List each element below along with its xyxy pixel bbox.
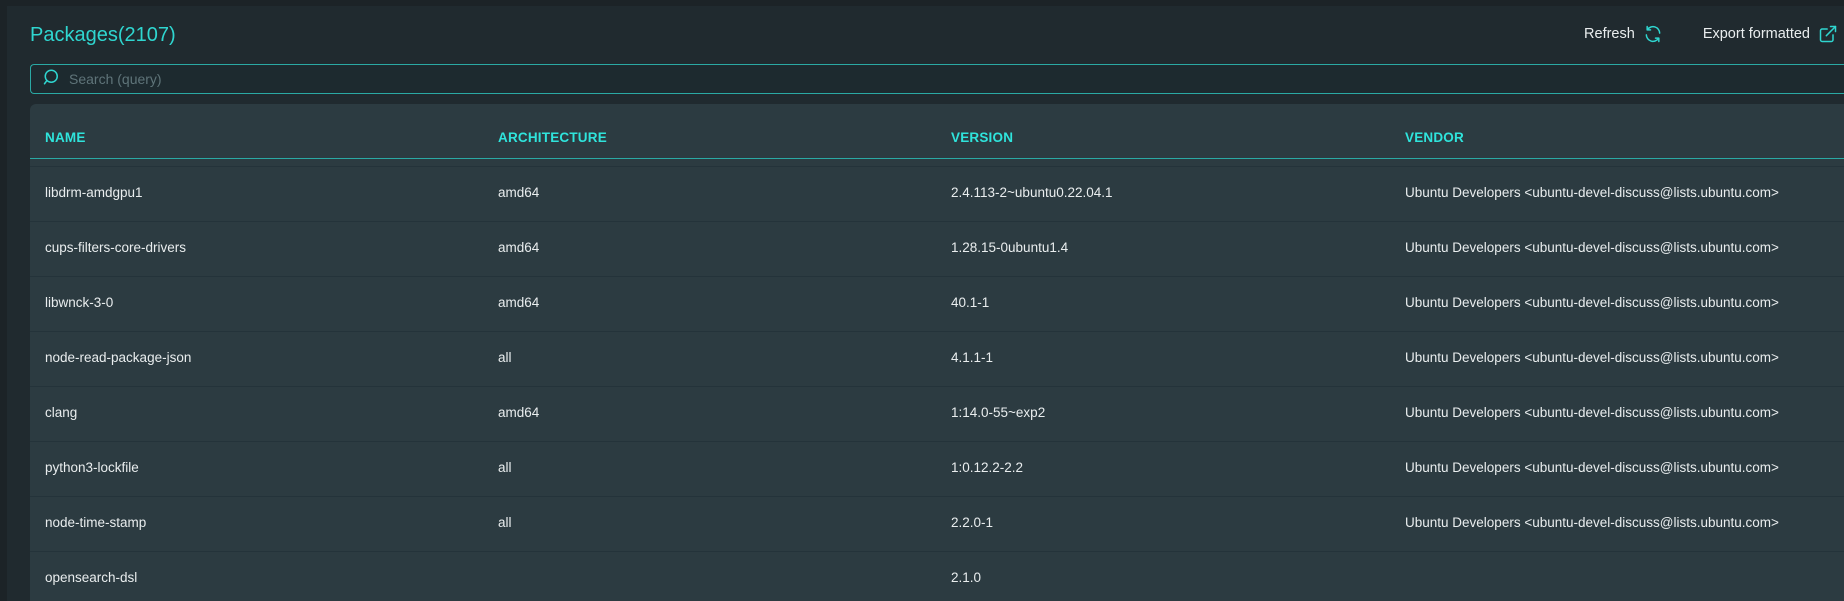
cell-version: 1:14.0-55~exp2 — [951, 405, 1046, 420]
column-header-architecture[interactable]: ARCHITECTURE — [498, 130, 607, 145]
column-header-vendor[interactable]: VENDOR — [1405, 130, 1464, 145]
cell-architecture: all — [498, 350, 512, 365]
cell-version: 2.1.0 — [951, 570, 982, 585]
cell-name: node-time-stamp — [45, 515, 147, 530]
table-row[interactable]: node-time-stamp all 2.2.0-1 Ubuntu Devel… — [30, 496, 1844, 551]
search-icon — [31, 68, 61, 91]
refresh-icon — [1643, 24, 1663, 44]
table-row[interactable]: libwnck-3-0 amd64 40.1-1 Ubuntu Develope… — [30, 276, 1844, 331]
export-formatted-button[interactable]: Export formatted — [1703, 24, 1838, 44]
cell-architecture: all — [498, 460, 512, 475]
cell-version: 4.1.1-1 — [951, 350, 994, 365]
cell-architecture: all — [498, 515, 512, 530]
cell-architecture: amd64 — [498, 240, 540, 255]
cell-vendor: Ubuntu Developers <ubuntu-devel-discuss@… — [1405, 185, 1779, 200]
table-row[interactable]: python3-lockfile all 1:0.12.2-2.2 Ubuntu… — [30, 441, 1844, 496]
cell-name: clang — [45, 405, 78, 420]
cell-name: python3-lockfile — [45, 460, 139, 475]
external-link-icon — [1818, 24, 1838, 44]
page-title: Packages(2107) — [30, 24, 176, 46]
packages-table: NAME ARCHITECTURE VERSION VENDOR libdrm-… — [30, 104, 1844, 601]
refresh-button[interactable]: Refresh — [1584, 24, 1663, 44]
cell-vendor: Ubuntu Developers <ubuntu-devel-discuss@… — [1405, 515, 1779, 530]
cell-name: libdrm-amdgpu1 — [45, 185, 143, 200]
cell-architecture: amd64 — [498, 295, 540, 310]
cell-name: libwnck-3-0 — [45, 295, 114, 310]
cell-name: cups-filters-core-drivers — [45, 240, 187, 255]
table-row[interactable]: opensearch-dsl 2.1.0 — [30, 551, 1844, 601]
cell-version: 1:0.12.2-2.2 — [951, 460, 1024, 475]
table-row[interactable]: cups-filters-core-drivers amd64 1.28.15-… — [30, 221, 1844, 276]
app-frame: Packages(2107) Refresh Export formatted — [0, 0, 1844, 601]
table-header: NAME ARCHITECTURE VERSION VENDOR — [30, 104, 1844, 159]
cell-vendor: Ubuntu Developers <ubuntu-devel-discuss@… — [1405, 405, 1779, 420]
cell-vendor: Ubuntu Developers <ubuntu-devel-discuss@… — [1405, 295, 1779, 310]
cell-version: 2.4.113-2~ubuntu0.22.04.1 — [951, 185, 1113, 200]
cell-vendor: Ubuntu Developers <ubuntu-devel-discuss@… — [1405, 240, 1779, 255]
search-input[interactable] — [67, 70, 1771, 88]
cell-version: 1.28.15-0ubuntu1.4 — [951, 240, 1069, 255]
column-header-name[interactable]: NAME — [45, 130, 86, 145]
cell-name: node-read-package-json — [45, 350, 192, 365]
cell-version: 2.2.0-1 — [951, 515, 994, 530]
table-row[interactable]: node-read-package-json all 4.1.1-1 Ubunt… — [30, 331, 1844, 386]
cell-architecture: amd64 — [498, 405, 540, 420]
table-row[interactable]: clang amd64 1:14.0-55~exp2 Ubuntu Develo… — [30, 386, 1844, 441]
cell-vendor: Ubuntu Developers <ubuntu-devel-discuss@… — [1405, 460, 1779, 475]
header-actions: Refresh Export formatted — [1584, 24, 1844, 44]
panel-header: Packages(2107) — [30, 24, 176, 47]
table-row[interactable]: libdrm-amdgpu1 amd64 2.4.113-2~ubuntu0.2… — [30, 166, 1844, 221]
column-header-version[interactable]: VERSION — [951, 130, 1013, 145]
cell-architecture: amd64 — [498, 185, 540, 200]
export-label: Export formatted — [1702, 26, 1810, 42]
cell-name: opensearch-dsl — [45, 570, 138, 585]
refresh-label: Refresh — [1584, 26, 1635, 42]
search-bar[interactable] — [30, 64, 1844, 94]
cell-vendor: Ubuntu Developers <ubuntu-devel-discuss@… — [1405, 350, 1779, 365]
cell-version: 40.1-1 — [951, 295, 990, 310]
